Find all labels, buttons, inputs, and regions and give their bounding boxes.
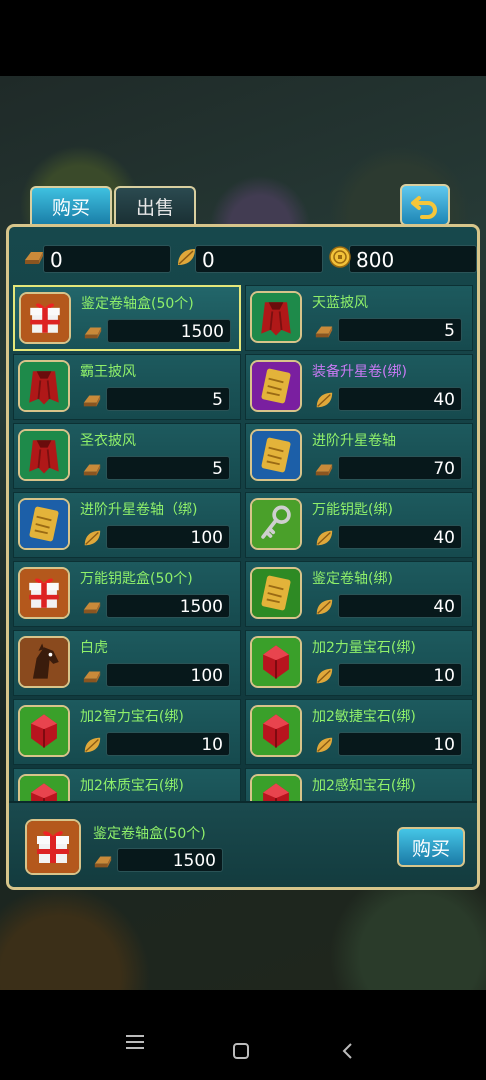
red-cape-icon xyxy=(18,360,70,412)
item-price: 70 xyxy=(338,456,462,480)
shop-item[interactable]: 万能钥匙(绑) 40 xyxy=(245,492,473,558)
item-price: 40 xyxy=(338,525,462,549)
gift-box-icon xyxy=(19,292,71,344)
currency-gold-value: 800 xyxy=(349,245,477,273)
shop-item[interactable]: 装备升星卷(绑) 40 xyxy=(245,354,473,420)
shop-item[interactable]: 白虎 100 xyxy=(13,630,241,696)
menu-icon[interactable] xyxy=(126,1034,146,1050)
iron-ingot-icon xyxy=(82,597,102,621)
return-button[interactable] xyxy=(400,184,450,226)
item-grid[interactable]: 鉴定卷轴盒(50个) 1500 天蓝披风 5 霸王披风 5 装备升星卷(绑) 40 圣衣披风 5 进… xyxy=(13,285,473,801)
item-name: 装备升星卷(绑) xyxy=(312,364,407,380)
selected-item-name: 鉴定卷轴盒(50个) xyxy=(93,826,206,842)
currency-leaf-value: 0 xyxy=(195,245,323,273)
shop-item[interactable]: 圣衣披风 5 xyxy=(13,423,241,489)
android-nav-bar xyxy=(0,990,486,1080)
item-name: 加2敏捷宝石(绑) xyxy=(312,709,416,725)
item-price: 5 xyxy=(106,387,230,411)
leaf-token-icon xyxy=(314,390,334,414)
key-icon xyxy=(250,498,302,550)
shop-item[interactable]: 鉴定卷轴盒(50个) 1500 xyxy=(13,285,241,351)
red-gem-icon xyxy=(18,705,70,757)
item-name: 加2感知宝石(绑) xyxy=(312,778,416,794)
red-gem-icon xyxy=(18,774,70,801)
item-name: 天蓝披风 xyxy=(312,295,368,311)
purchase-footer: 鉴定卷轴盒(50个) 1500 购买 xyxy=(9,801,477,887)
scroll-blue-icon xyxy=(250,429,302,481)
selected-item-price: 1500 xyxy=(117,848,223,872)
currency-ingot-value: 0 xyxy=(43,245,171,273)
item-price: 10 xyxy=(338,663,462,687)
item-name: 鉴定卷轴(绑) xyxy=(312,571,393,587)
item-price: 1500 xyxy=(106,594,230,618)
red-gem-icon xyxy=(250,636,302,688)
item-name: 白虎 xyxy=(80,640,108,656)
buy-button[interactable]: 购买 xyxy=(397,827,465,867)
item-price: 5 xyxy=(338,318,462,342)
item-price: 10 xyxy=(106,732,230,756)
selected-item-gift-box-icon xyxy=(25,819,81,875)
horse-icon xyxy=(18,636,70,688)
item-price: 5 xyxy=(106,456,230,480)
leaf-token-icon xyxy=(314,735,334,759)
shop-item[interactable]: 加2力量宝石(绑) 10 xyxy=(245,630,473,696)
iron-ingot-icon xyxy=(314,459,334,483)
shop-panel: 0 0 800 鉴定卷轴盒(50个) 1500 天蓝披风 5 霸王披风 5 装备升星卷(绑)… xyxy=(6,224,480,890)
red-gem-icon xyxy=(250,705,302,757)
shop-item[interactable]: 加2体质宝石(绑) xyxy=(13,768,241,801)
leaf-token-icon xyxy=(82,735,102,759)
shop-item[interactable]: 鉴定卷轴(绑) 40 xyxy=(245,561,473,627)
shop-item[interactable]: 加2智力宝石(绑) 10 xyxy=(13,699,241,765)
item-name: 加2智力宝石(绑) xyxy=(80,709,184,725)
iron-ingot-icon xyxy=(82,459,102,483)
shop-item[interactable]: 霸王披风 5 xyxy=(13,354,241,420)
shop-item[interactable]: 进阶升星卷轴（绑) 100 xyxy=(13,492,241,558)
item-name: 万能钥匙盒(50个) xyxy=(80,571,193,587)
red-gem-icon xyxy=(250,774,302,801)
leaf-token-icon xyxy=(314,528,334,552)
shop-item[interactable]: 天蓝披风 5 xyxy=(245,285,473,351)
item-name: 进阶升星卷轴 xyxy=(312,433,396,449)
leaf-token-icon xyxy=(314,666,334,690)
gift-box-icon xyxy=(18,567,70,619)
leaf-token-icon xyxy=(82,528,102,552)
iron-ingot-icon xyxy=(25,252,43,264)
leaf-token-icon xyxy=(314,597,334,621)
scroll-purple-icon xyxy=(250,360,302,412)
leaf-token-icon xyxy=(178,249,195,265)
red-cape-icon xyxy=(250,291,302,343)
item-price: 100 xyxy=(106,663,230,687)
scroll-blue-icon xyxy=(18,498,70,550)
item-price: 10 xyxy=(338,732,462,756)
item-price: 1500 xyxy=(107,319,231,343)
item-price: 40 xyxy=(338,387,462,411)
tab-sell[interactable]: 出售 xyxy=(114,186,196,224)
iron-ingot-icon xyxy=(82,666,102,690)
gold-coin-icon xyxy=(329,246,351,268)
item-name: 圣衣披风 xyxy=(80,433,136,449)
shop-item[interactable]: 万能钥匙盒(50个) 1500 xyxy=(13,561,241,627)
shop-item[interactable]: 进阶升星卷轴 70 xyxy=(245,423,473,489)
return-arrow-icon xyxy=(411,196,437,219)
item-name: 加2体质宝石(绑) xyxy=(80,778,184,794)
iron-ingot-icon xyxy=(94,856,112,868)
item-name: 万能钥匙(绑) xyxy=(312,502,393,518)
home-icon[interactable] xyxy=(232,1042,250,1060)
shop-item[interactable]: 加2感知宝石(绑) xyxy=(245,768,473,801)
iron-ingot-icon xyxy=(83,322,103,346)
item-name: 进阶升星卷轴（绑) xyxy=(80,502,198,518)
red-cape-icon xyxy=(18,429,70,481)
iron-ingot-icon xyxy=(314,321,334,345)
item-price: 40 xyxy=(338,594,462,618)
item-name: 霸王披风 xyxy=(80,364,136,380)
shop-item[interactable]: 加2敏捷宝石(绑) 10 xyxy=(245,699,473,765)
back-icon[interactable] xyxy=(340,1042,354,1060)
tab-buy[interactable]: 购买 xyxy=(30,186,112,224)
item-name: 加2力量宝石(绑) xyxy=(312,640,416,656)
item-price: 100 xyxy=(106,525,230,549)
iron-ingot-icon xyxy=(82,390,102,414)
scroll-green-icon xyxy=(250,567,302,619)
item-name: 鉴定卷轴盒(50个) xyxy=(81,296,194,312)
